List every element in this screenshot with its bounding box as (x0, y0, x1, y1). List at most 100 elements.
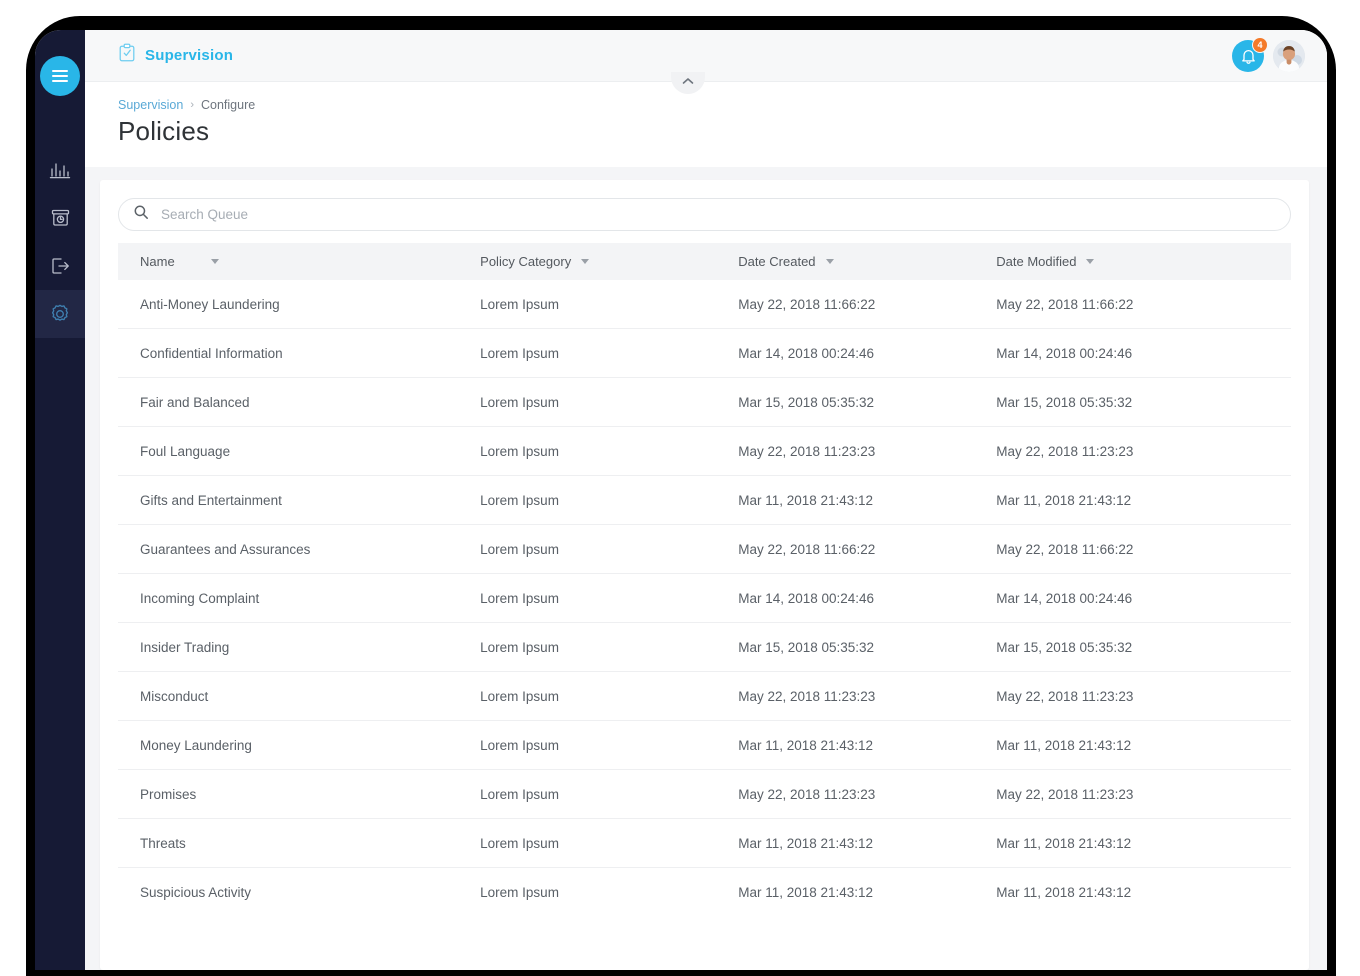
cell-date-modified: Mar 11, 2018 21:43:12 (974, 475, 1291, 525)
clipboard-check-icon (118, 43, 136, 68)
sidebar-item-logout[interactable] (35, 242, 85, 290)
sidebar-item-settings[interactable] (35, 290, 85, 338)
cell-date-created: Mar 14, 2018 00:24:46 (716, 573, 975, 623)
cell-policy-name: Confidential Information (118, 328, 459, 378)
column-header-policy-category[interactable]: Policy Category (458, 243, 717, 280)
sidebar-item-archive[interactable] (35, 194, 85, 242)
cell-policy-name: Foul Language (118, 426, 459, 476)
column-header-date-modified-label: Date Modified (996, 254, 1077, 269)
table-row[interactable]: Suspicious Activity Lorem Ipsum Mar 11, 20… (118, 868, 1291, 917)
caret-down-icon[interactable] (825, 259, 834, 264)
table-row[interactable]: Money Laundering Lorem Ipsum Mar 11, 2018 … (118, 720, 1291, 770)
cell-policy-category: Lorem Ipsum (458, 769, 717, 819)
logout-arrow-icon (50, 256, 71, 276)
cell-policy-category: Lorem Ipsum (458, 573, 717, 623)
cell-date-created: May 22, 2018 11:23:23 (716, 769, 975, 819)
cell-date-modified: Mar 11, 2018 21:43:12 (974, 720, 1291, 770)
table-row[interactable]: Anti-Money Laundering Lorem Ipsum May 22, … (118, 280, 1291, 329)
cell-policy-name: Misconduct (118, 671, 459, 721)
cell-date-created: May 22, 2018 11:23:23 (716, 426, 975, 476)
table-header-row: Name Policy Category Date Created Date M… (118, 243, 1291, 280)
page-title: Policies (118, 116, 210, 146)
topbar-actions: 4 (1232, 36, 1305, 72)
table-row[interactable]: Confidential Information Lorem Ipsum Mar 1… (118, 328, 1291, 378)
notifications-button[interactable]: 4 (1232, 36, 1268, 72)
cell-date-created: Mar 11, 2018 21:43:12 (716, 720, 975, 770)
column-header-name[interactable]: Name (118, 243, 459, 280)
cell-policy-name: Suspicious Activity (140, 885, 252, 900)
table-row[interactable]: Promises Lorem Ipsum May 22, 2018 11:23:23… (118, 769, 1291, 819)
content-area: Name Policy Category (85, 167, 1327, 970)
cell-policy-name: Fair and Balanced (118, 377, 459, 427)
cell-policy-name: Anti-Money Laundering (118, 280, 459, 329)
cell-date-modified: Mar 15, 2018 05:35:32 (974, 622, 1291, 672)
brand[interactable]: Supervision (118, 43, 233, 68)
cell-policy-category: Lorem Ipsum (458, 377, 717, 427)
table-row[interactable]: Guarantees and Assurances Lorem Ipsum May … (118, 524, 1291, 574)
main-pane: Supervision 4 Supervision › Configure Po… (85, 30, 1327, 970)
search-icon (133, 204, 149, 225)
search-bar[interactable] (118, 198, 1291, 231)
cell-policy-category: Lorem Ipsum (458, 622, 717, 672)
sidebar-item-analytics[interactable] (35, 146, 85, 194)
cell-date-modified: May 22, 2018 11:23:23 (974, 426, 1291, 476)
cell-date-created: May 22, 2018 11:66:22 (716, 524, 975, 574)
caret-down-icon[interactable] (581, 259, 590, 264)
cell-date-created: Mar 11, 2018 21:43:12 (716, 818, 975, 868)
table-row[interactable]: Misconduct Lorem Ipsum May 22, 2018 11:23:… (118, 671, 1291, 721)
brand-name: Supervision (145, 47, 234, 64)
cell-policy-category: Lorem Ipsum (458, 524, 717, 574)
column-header-policy-category-label: Policy Category (480, 254, 572, 269)
cell-policy-category: Lorem Ipsum (458, 475, 717, 525)
cell-date-modified: Mar 14, 2018 00:24:46 (974, 328, 1291, 378)
cell-date-created: Mar 15, 2018 05:35:32 (716, 622, 975, 672)
cell-date-modified: May 22, 2018 11:23:23 (974, 671, 1291, 721)
cell-policy-category: Lorem Ipsum (458, 328, 717, 378)
cell-date-created: Mar 14, 2018 00:24:46 (716, 328, 975, 378)
cell-policy-category: Lorem Ipsum (458, 720, 717, 770)
caret-down-icon[interactable] (210, 259, 219, 264)
sidebar (35, 30, 85, 970)
notification-badge: 4 (1252, 36, 1268, 53)
table-row[interactable]: Fair and Balanced Lorem Ipsum Mar 15, 2018… (118, 377, 1291, 427)
cell-policy-category: Lorem Ipsum (458, 426, 717, 476)
cell-policy-name: Gifts and Entertainment (118, 475, 459, 525)
cell-policy-category: Lorem Ipsum (458, 280, 717, 329)
table-row[interactable]: Insider Trading Lorem Ipsum Mar 15, 2018 0… (118, 622, 1291, 672)
breadcrumb-item-configure[interactable]: Configure (201, 98, 255, 112)
cell-date-modified: Mar 15, 2018 05:35:32 (974, 377, 1291, 427)
table-body: Anti-Money Laundering Lorem Ipsum May 22, … (118, 280, 1291, 916)
table-row[interactable]: Incoming Complaint Lorem Ipsum Mar 14, 201… (118, 573, 1291, 623)
table-row[interactable]: Threats Lorem Ipsum Mar 11, 2018 21:43:12 M… (118, 818, 1291, 868)
policies-card: Name Policy Category (100, 180, 1309, 970)
column-header-date-modified[interactable]: Date Modified (974, 243, 1291, 280)
cell-date-created: Mar 15, 2018 05:35:32 (716, 377, 975, 427)
table-header: Name Policy Category Date Created Date M… (118, 243, 1291, 280)
cell-date-modified: May 22, 2018 11:23:23 (974, 769, 1291, 819)
archive-clock-icon (50, 208, 71, 228)
search-input[interactable] (161, 207, 1276, 222)
cell-policy-name: Insider Trading (118, 622, 459, 672)
column-header-date-created[interactable]: Date Created (716, 243, 975, 280)
breadcrumb-separator: › (190, 99, 194, 111)
cell-policy-name: Incoming Complaint (118, 573, 459, 623)
table-row[interactable]: Gifts and Entertainment Lorem Ipsum Mar 11… (118, 475, 1291, 525)
cell-date-created: Mar 11, 2018 21:43:12 (738, 885, 874, 900)
breadcrumb-item-supervision[interactable]: Supervision (118, 98, 183, 112)
cell-date-modified: Mar 11, 2018 21:43:12 (974, 818, 1291, 868)
bar-chart-icon (49, 160, 71, 180)
table-row[interactable]: Foul Language Lorem Ipsum May 22, 2018 11:… (118, 426, 1291, 476)
avatar[interactable] (1273, 39, 1305, 72)
column-header-date-created-label: Date Created (738, 254, 816, 269)
collapse-panel-button[interactable] (671, 72, 705, 94)
hamburger-menu-icon[interactable] (40, 56, 80, 96)
cell-date-modified: Mar 11, 2018 21:43:12 (996, 885, 1132, 900)
caret-down-icon[interactable] (1086, 259, 1095, 264)
cell-date-created: May 22, 2018 11:66:22 (716, 280, 975, 329)
column-header-name-label: Name (140, 254, 175, 269)
cell-policy-name: Money Laundering (118, 720, 459, 770)
cell-policy-name: Threats (118, 818, 459, 868)
cell-policy-name: Promises (118, 769, 459, 819)
page-header: Supervision › Configure Policies (85, 72, 1327, 167)
cell-policy-category: Lorem Ipsum (458, 818, 717, 868)
